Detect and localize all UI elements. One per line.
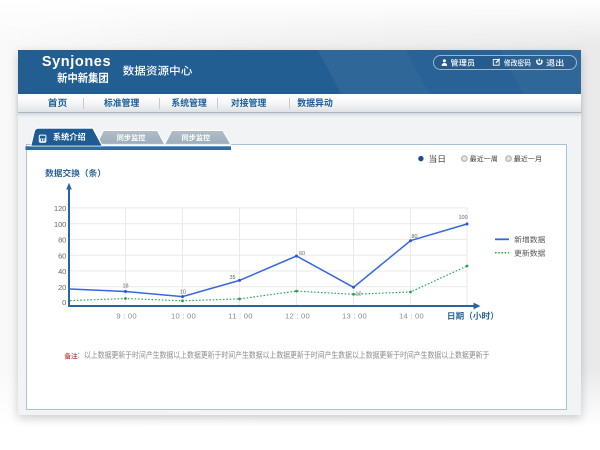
- svg-text:100: 100: [459, 215, 468, 221]
- svg-text:80: 80: [412, 234, 418, 240]
- svg-text:0: 0: [62, 298, 66, 307]
- svg-text:10: 10: [356, 292, 362, 298]
- svg-text:18: 18: [123, 284, 129, 290]
- svg-text:35: 35: [230, 275, 236, 281]
- svg-text:40: 40: [58, 267, 66, 276]
- svg-text:10 : 00: 10 : 00: [171, 311, 196, 320]
- svg-text:20: 20: [58, 283, 66, 292]
- svg-text:13 : 00: 13 : 00: [342, 311, 367, 320]
- svg-text:10: 10: [180, 290, 186, 296]
- svg-text:80: 80: [58, 236, 66, 245]
- svg-text:60: 60: [58, 251, 66, 260]
- svg-text:60: 60: [299, 251, 305, 257]
- svg-text:100: 100: [54, 220, 66, 229]
- svg-text:14 : 00: 14 : 00: [399, 311, 424, 320]
- svg-text:12 : 00: 12 : 00: [285, 311, 310, 320]
- svg-text:11 : 00: 11 : 00: [228, 311, 252, 320]
- svg-text:120: 120: [54, 204, 66, 213]
- svg-text:9 : 00: 9 : 00: [116, 311, 137, 320]
